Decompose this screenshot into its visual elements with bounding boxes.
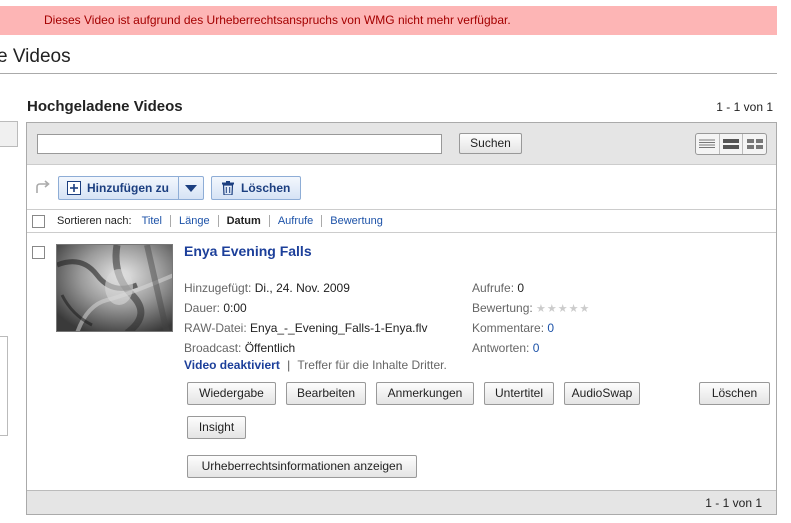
- rating-stars-icon: ★★★★★: [536, 303, 591, 315]
- copyright-info-button[interactable]: Urheberrechtsinformationen anzeigen: [187, 455, 417, 478]
- compact-view-icon[interactable]: [720, 134, 744, 154]
- broadcast-label: Broadcast:: [184, 341, 242, 355]
- chevron-down-icon: [185, 184, 197, 192]
- sort-bar: Sortieren nach: Titel Länge Datum Aufruf…: [27, 211, 776, 233]
- left-column-box-fragment: [0, 336, 8, 436]
- grid-view-icon[interactable]: [743, 134, 766, 154]
- replies-label: Antworten:: [472, 341, 530, 355]
- play-button[interactable]: Wiedergabe: [187, 382, 276, 405]
- list-view-icon[interactable]: [696, 134, 720, 154]
- duration-value: 0:00: [223, 301, 247, 315]
- sort-by-views[interactable]: Aufrufe: [268, 215, 321, 227]
- broadcast-value: Öffentlich: [244, 341, 296, 355]
- comments-link[interactable]: 0: [547, 321, 554, 335]
- raw-file-value: Enya_-_Evening_Falls-1-Enya.flv: [250, 321, 428, 335]
- comments-label: Kommentare:: [472, 321, 545, 335]
- select-all-checkbox[interactable]: [32, 215, 45, 228]
- search-bar: Suchen: [27, 123, 776, 165]
- page-title: e Videos: [0, 46, 71, 67]
- video-title-link[interactable]: Enya Evening Falls: [184, 243, 312, 259]
- status-text: Treffer für die Inhalte Dritter.: [297, 358, 447, 372]
- video-thumbnail[interactable]: [56, 244, 173, 332]
- panel-footer: 1 - 1 von 1: [27, 490, 776, 514]
- replies-link[interactable]: 0: [533, 341, 540, 355]
- meta-replies: Antworten: 0: [472, 341, 539, 355]
- video-status: Video deaktiviert | Treffer für die Inha…: [184, 358, 447, 372]
- added-label: Hinzugefügt:: [184, 281, 252, 295]
- sort-by-title[interactable]: Titel: [142, 215, 170, 227]
- pagination-count-bottom: 1 - 1 von 1: [705, 496, 762, 510]
- section-title: Hochgeladene Videos: [27, 98, 183, 115]
- plus-box-icon: [67, 181, 81, 195]
- audioswap-button[interactable]: AudioSwap: [564, 382, 640, 405]
- add-to-button[interactable]: Hinzufügen zu: [58, 176, 204, 200]
- video-disabled-link[interactable]: Video deaktiviert: [184, 358, 280, 372]
- copyright-alert-banner: Dieses Video ist aufgrund des Urheberrec…: [0, 6, 777, 35]
- sort-label: Sortieren nach:: [57, 215, 132, 227]
- annotations-button[interactable]: Anmerkungen: [376, 382, 474, 405]
- meta-added: Hinzugefügt: Di., 24. Nov. 2009: [184, 281, 350, 295]
- delete-selected-label: Löschen: [241, 181, 291, 195]
- trash-icon: [222, 181, 234, 195]
- add-to-dropdown[interactable]: [179, 184, 203, 192]
- sort-by-length[interactable]: Länge: [169, 215, 218, 227]
- videos-panel: Suchen Hinzufügen zu Löschen Sortieren n…: [26, 122, 777, 515]
- video-list-item: Enya Evening Falls Hinzugefügt: Di., 24.…: [27, 234, 776, 490]
- title-divider: [0, 73, 777, 74]
- meta-views: Aufrufe: 0: [472, 281, 524, 295]
- views-value: 0: [517, 281, 525, 295]
- sort-by-date[interactable]: Datum: [217, 215, 269, 227]
- sort-by-rating[interactable]: Bewertung: [321, 215, 391, 227]
- rating-label: Bewertung:: [472, 301, 533, 315]
- duration-label: Dauer:: [184, 301, 221, 315]
- view-toggle: [695, 133, 767, 155]
- insight-button[interactable]: Insight: [187, 416, 246, 439]
- meta-raw-file: RAW-Datei: Enya_-_Evening_Falls-1-Enya.f…: [184, 321, 427, 335]
- delete-selected-button[interactable]: Löschen: [211, 176, 301, 200]
- meta-rating: Bewertung: ★★★★★: [472, 301, 590, 315]
- status-separator: |: [287, 358, 291, 372]
- meta-comments: Kommentare: 0: [472, 321, 554, 335]
- sort-options: Sortieren nach: Titel Länge Datum Aufruf…: [57, 215, 391, 227]
- raw-file-label: RAW-Datei:: [184, 321, 247, 335]
- pagination-count-top: 1 - 1 von 1: [716, 100, 773, 114]
- edit-button[interactable]: Bearbeiten: [286, 382, 366, 405]
- action-toolbar: Hinzufügen zu Löschen: [27, 166, 776, 210]
- views-label: Aufrufe:: [472, 281, 515, 295]
- meta-broadcast: Broadcast: Öffentlich: [184, 341, 295, 355]
- share-arrow-icon[interactable]: [35, 180, 51, 194]
- meta-duration: Dauer: 0:00: [184, 301, 247, 315]
- added-value: Di., 24. Nov. 2009: [254, 281, 350, 295]
- search-input[interactable]: [37, 134, 442, 154]
- left-column-fragment: [0, 121, 18, 147]
- add-to-label: Hinzufügen zu: [87, 181, 169, 195]
- subtitles-button[interactable]: Untertitel: [484, 382, 554, 405]
- video-checkbox[interactable]: [32, 246, 45, 259]
- search-button[interactable]: Suchen: [459, 133, 522, 154]
- delete-video-button[interactable]: Löschen: [699, 382, 770, 405]
